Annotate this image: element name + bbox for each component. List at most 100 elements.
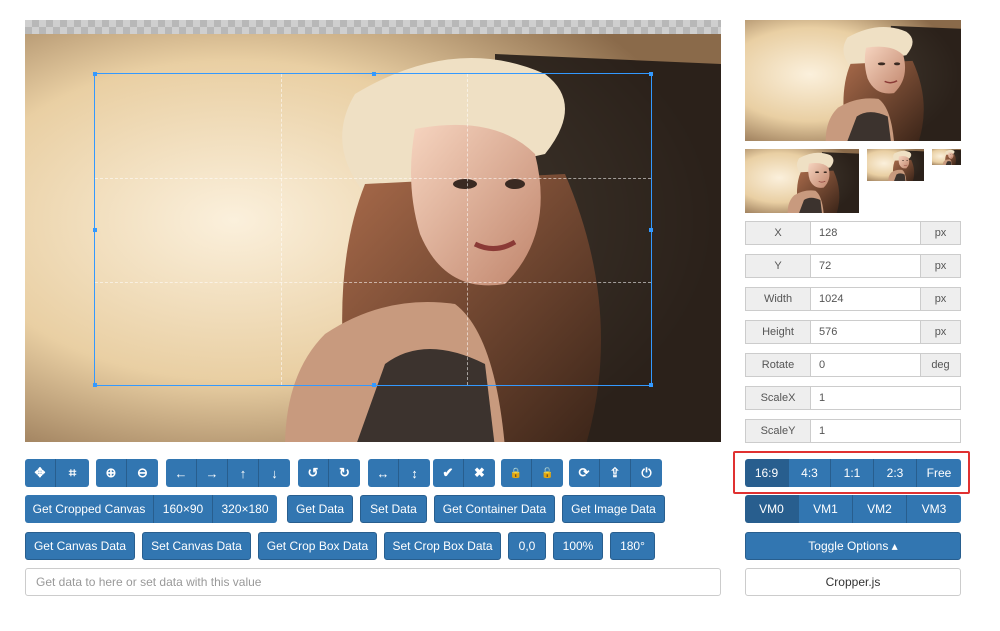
misc-group: ⟳ ⇪ ⏻ [569, 459, 662, 487]
data-textbox[interactable] [25, 568, 721, 596]
crop-handle-nw[interactable] [93, 72, 97, 76]
zoom-in-icon: ⊕ [105, 465, 117, 480]
field-scaley: ScaleY 1 [745, 419, 961, 443]
flip-horizontal-button[interactable]: ↔ [368, 459, 399, 487]
crop-guide-v1 [281, 74, 282, 385]
arrow-right-icon: → [205, 465, 219, 481]
cropped-canvas-160-button[interactable]: 160×90 [154, 495, 213, 523]
set-data-button[interactable]: Set Data [360, 495, 427, 523]
field-x-label: X [745, 221, 811, 245]
rotate-group: ↺ ↻ [298, 459, 360, 487]
field-x-input[interactable]: 128 [811, 221, 920, 245]
preview-large [745, 20, 961, 141]
get-image-data-button[interactable]: Get Image Data [562, 495, 665, 523]
remove-icon: ✖ [474, 465, 485, 480]
field-y-input[interactable]: 72 [811, 254, 920, 278]
set-crop-box-data-button[interactable]: Set Crop Box Data [384, 532, 501, 560]
get-crop-box-data-button[interactable]: Get Crop Box Data [258, 532, 377, 560]
move-up-button[interactable]: ↑ [228, 459, 259, 487]
arrow-up-icon: ↑ [239, 465, 247, 481]
view-mode-1-button[interactable]: VM1 [799, 495, 853, 523]
preview-small [867, 149, 924, 181]
field-scaley-input[interactable]: 1 [811, 419, 961, 443]
field-y: Y 72 px [745, 254, 961, 278]
arrow-left-icon: ← [174, 465, 188, 481]
crop-guide-h1 [95, 178, 651, 179]
zoom-out-button[interactable]: ⊖ [127, 459, 158, 487]
move-mode-button[interactable]: ✥ [25, 459, 56, 487]
field-scalex-input[interactable]: 1 [811, 386, 961, 410]
upload-button[interactable]: ⇪ [600, 459, 631, 487]
flip-vertical-button[interactable]: ↕ [399, 459, 430, 487]
upload-icon: ⇪ [609, 465, 621, 480]
crop-guide-h2 [95, 282, 651, 283]
crop-mode-button[interactable]: ⌗ [56, 459, 89, 487]
image-canvas[interactable] [25, 20, 721, 442]
set-canvas-data-button[interactable]: Set Canvas Data [142, 532, 251, 560]
view-mode-3-button[interactable]: VM3 [907, 495, 961, 523]
toggle-options-button[interactable]: Toggle Options ▴ [745, 532, 961, 560]
rotate-left-button[interactable]: ↺ [298, 459, 329, 487]
field-x: X 128 px [745, 221, 961, 245]
view-mode-0-button[interactable]: VM0 [745, 495, 799, 523]
rotate-180-button[interactable]: 180° [610, 532, 655, 560]
field-y-label: Y [745, 254, 811, 278]
get-container-data-button[interactable]: Get Container Data [434, 495, 555, 523]
crop-handle-ne[interactable] [649, 72, 653, 76]
check-icon: ✔ [442, 465, 454, 480]
field-width: Width 1024 px [745, 287, 961, 311]
get-data-button[interactable]: Get Data [287, 495, 353, 523]
crop-handle-s[interactable] [372, 383, 376, 387]
crop-box[interactable] [93, 72, 653, 387]
disable-button[interactable]: 🔒 [501, 459, 532, 487]
get-cropped-canvas-button[interactable]: Get Cropped Canvas [25, 495, 154, 523]
field-height: Height 576 px [745, 320, 961, 344]
zoom-in-button[interactable]: ⊕ [96, 459, 127, 487]
rotate-left-icon: ↺ [307, 465, 319, 480]
crop-button[interactable]: ✔ [433, 459, 464, 487]
view-mode-group: VM0 VM1 VM2 VM3 [745, 495, 961, 523]
field-height-input[interactable]: 576 [811, 320, 920, 344]
field-scalex: ScaleX 1 [745, 386, 961, 410]
flip-vertical-icon: ↕ [411, 465, 418, 481]
unlock-icon: 🔓 [541, 467, 554, 479]
field-width-input[interactable]: 1024 [811, 287, 920, 311]
field-width-label: Width [745, 287, 811, 311]
field-scalex-label: ScaleX [745, 386, 811, 410]
get-canvas-data-button[interactable]: Get Canvas Data [25, 532, 135, 560]
move-down-button[interactable]: ↓ [259, 459, 290, 487]
crop-handle-w[interactable] [93, 228, 97, 232]
view-mode-2-button[interactable]: VM2 [853, 495, 907, 523]
move-left-button[interactable]: ← [166, 459, 197, 487]
flip-horizontal-icon: ↔ [376, 465, 390, 481]
field-rotate-input[interactable]: 0 [811, 353, 920, 377]
zoom-group: ⊕ ⊖ [96, 459, 158, 487]
rotate-right-button[interactable]: ↻ [329, 459, 360, 487]
enable-button[interactable]: 🔓 [532, 459, 563, 487]
clear-button[interactable]: ✖ [464, 459, 495, 487]
cropped-canvas-320-button[interactable]: 320×180 [213, 495, 277, 523]
field-rotate-unit: deg [920, 353, 961, 377]
field-rotate: Rotate 0 deg [745, 353, 961, 377]
crop-handle-n[interactable] [372, 72, 376, 76]
reset-button[interactable]: ⟳ [569, 459, 600, 487]
destroy-button[interactable]: ⏻ [631, 459, 662, 487]
field-height-label: Height [745, 320, 811, 344]
crop-action-group: ✔ ✖ [433, 459, 495, 487]
arrow-down-icon: ↓ [271, 465, 278, 481]
field-width-unit: px [920, 287, 961, 311]
crop-handle-e[interactable] [649, 228, 653, 232]
crop-handle-sw[interactable] [93, 383, 97, 387]
field-rotate-label: Rotate [745, 353, 811, 377]
crop-handle-se[interactable] [649, 383, 653, 387]
move-right-button[interactable]: → [197, 459, 228, 487]
move-group: ← → ↑ ↓ [166, 459, 290, 487]
preview-tiny [932, 149, 961, 165]
crop-guide-v2 [467, 74, 468, 385]
cropperjs-link-button[interactable]: Cropper.js [745, 568, 961, 596]
zoom-to-100-button[interactable]: 100% [553, 532, 603, 560]
refresh-icon: ⟳ [578, 465, 590, 480]
preview-medium [745, 149, 859, 213]
move-to-zero-button[interactable]: 0,0 [508, 532, 546, 560]
field-height-unit: px [920, 320, 961, 344]
